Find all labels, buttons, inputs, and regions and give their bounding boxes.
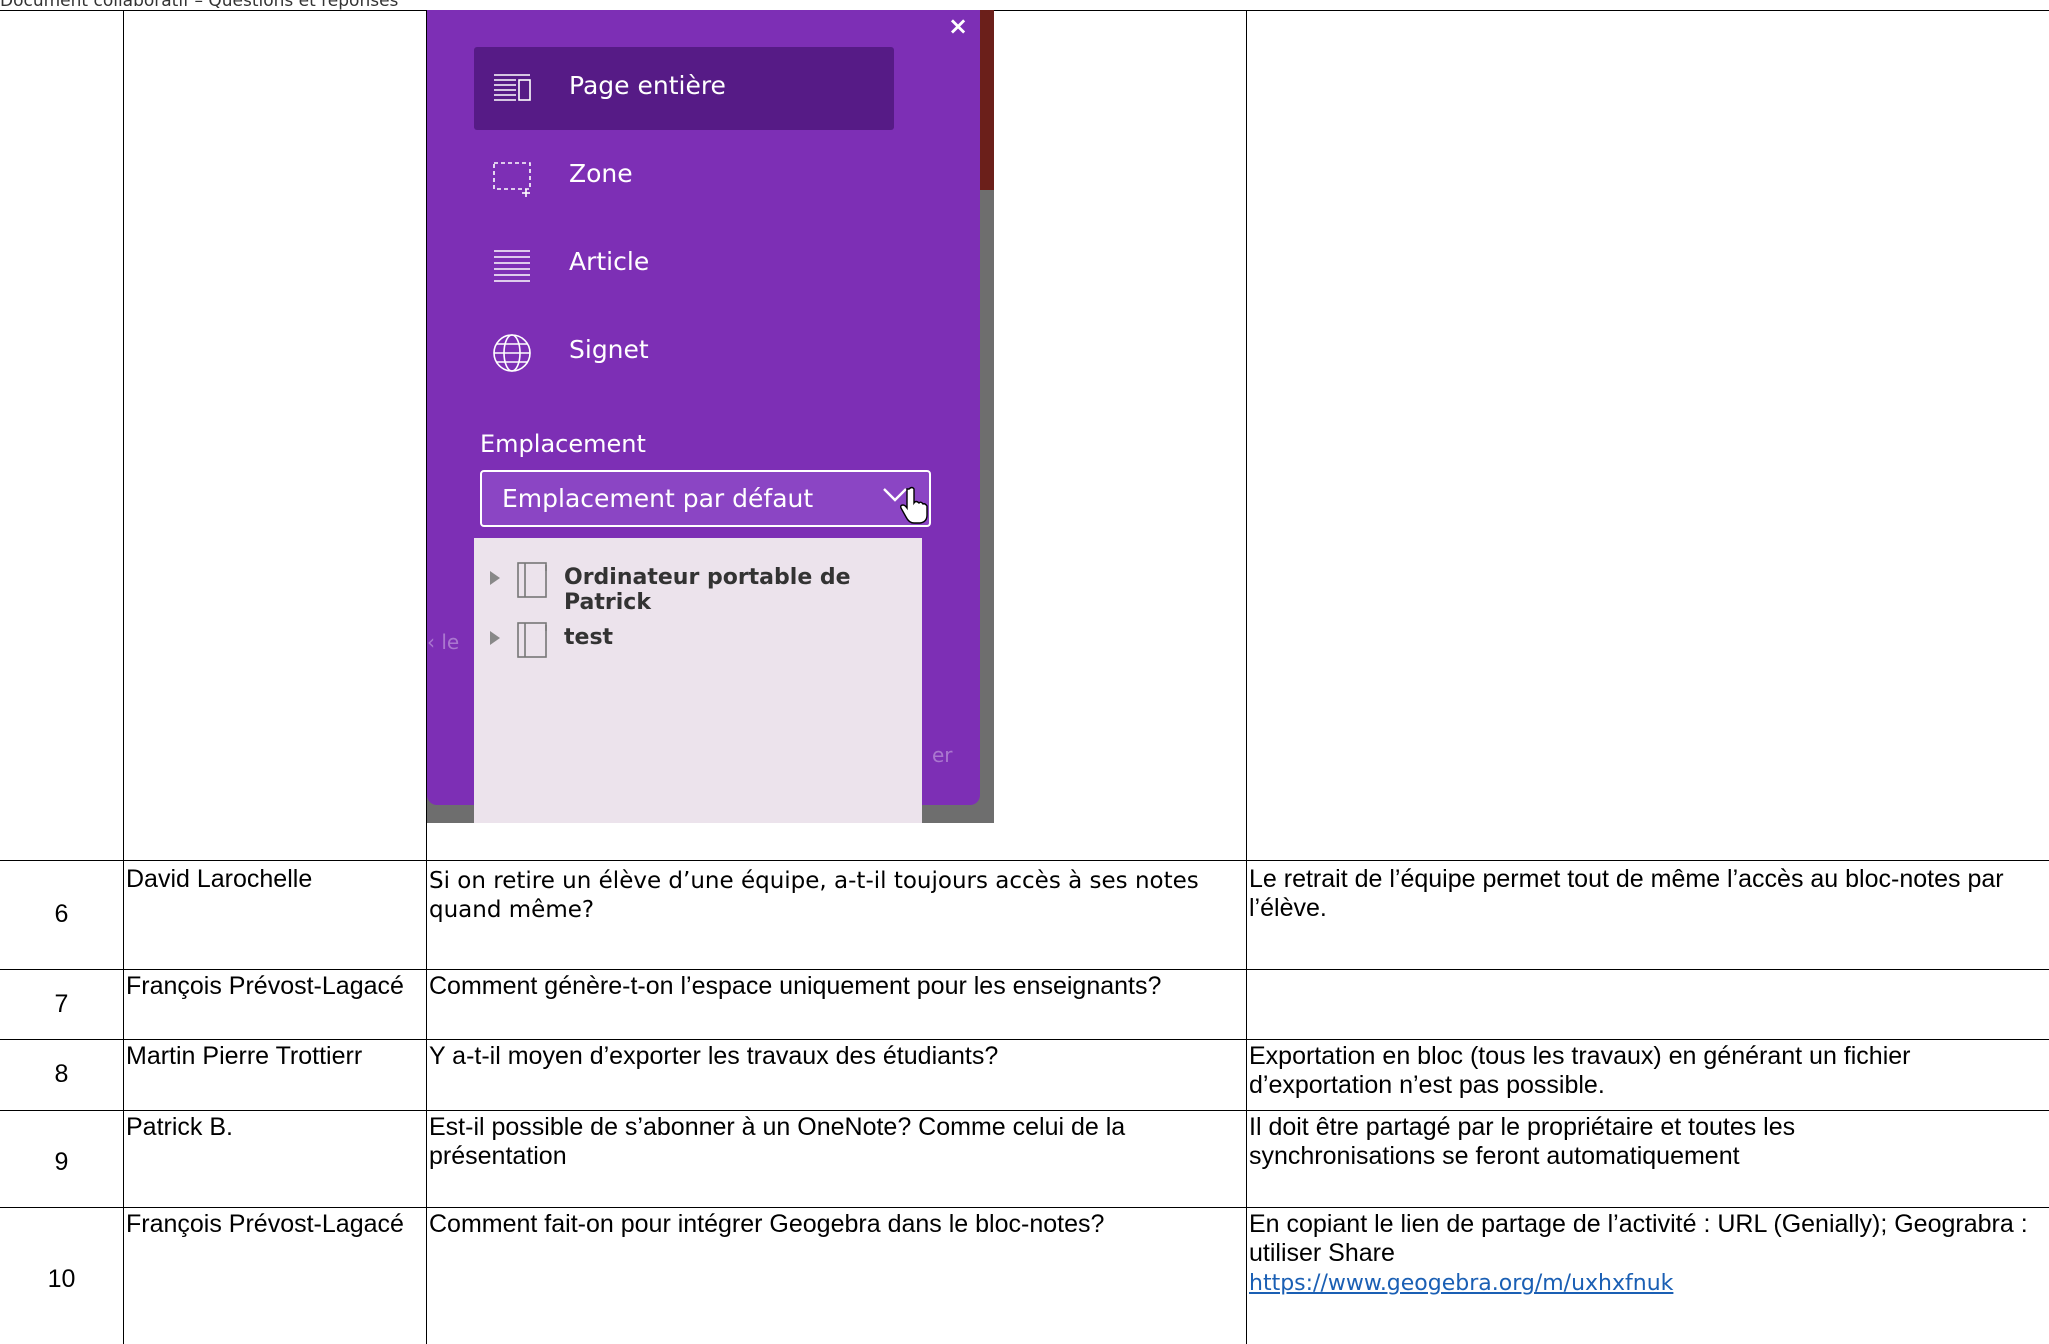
notebook-icon	[517, 562, 547, 598]
row-number: 7	[54, 990, 69, 1018]
row-number: 8	[54, 1060, 69, 1088]
row-divider	[0, 1207, 2049, 1208]
answer-text: En copiant le lien de partage de l’activ…	[1249, 1210, 2044, 1298]
location-select[interactable]: Emplacement par défaut	[480, 470, 931, 527]
notebook-item[interactable]: Ordinateur portable de Patrick	[474, 555, 922, 615]
onenote-clipper-screenshot: × Page entière Zone Article Signet Empla…	[427, 10, 994, 823]
row-number: 6	[54, 900, 69, 928]
row-divider	[0, 1039, 2049, 1040]
answer-body: En copiant le lien de partage de l’activ…	[1249, 1210, 2028, 1267]
location-value: Emplacement par défaut	[502, 484, 814, 513]
asker-name: François Prévost-Lagacé	[126, 1210, 404, 1238]
asker-name: Martin Pierre Trottierr	[126, 1042, 363, 1070]
location-title: Emplacement	[480, 430, 646, 458]
mode-article[interactable]: Article	[474, 223, 894, 306]
ghost-text: er	[932, 743, 953, 767]
mode-bookmark[interactable]: Signet	[474, 311, 894, 394]
asker-name: Patrick B.	[126, 1113, 233, 1141]
question-text: Est-il possible de s’abonner à un OneNot…	[429, 1113, 1126, 1170]
notebook-item[interactable]: test	[474, 615, 922, 665]
answer-text: Le retrait de l’équipe permet tout de mê…	[1249, 865, 2004, 922]
close-icon[interactable]: ×	[948, 12, 968, 40]
table-border-top	[0, 10, 2049, 11]
region-icon	[493, 162, 531, 197]
mode-full-page[interactable]: Page entière	[474, 47, 894, 130]
notebook-dropdown: Ordinateur portable de Patrick test	[474, 538, 922, 823]
answer-text: Il doit être partagé par le propriétaire…	[1249, 1113, 1796, 1170]
col-divider	[1246, 10, 1247, 1344]
row-number: 9	[54, 1148, 69, 1176]
notebook-label: test	[564, 625, 614, 650]
mode-region[interactable]: Zone	[474, 135, 894, 218]
mode-label: Page entière	[569, 71, 726, 100]
mode-label: Zone	[569, 159, 633, 188]
answer-text: Exportation en bloc (tous les travaux) e…	[1249, 1042, 1911, 1099]
question-text: Comment génère-t-on l’espace uniquement …	[429, 972, 1162, 1000]
row-divider	[0, 969, 2049, 970]
row-number: 10	[47, 1265, 76, 1293]
question-text: Comment fait-on pour intégrer Geogebra d…	[429, 1210, 1105, 1238]
mode-label: Signet	[569, 335, 649, 364]
row-divider	[0, 860, 2049, 861]
article-icon	[494, 250, 530, 282]
hand-cursor-icon	[900, 486, 928, 524]
col-divider	[123, 10, 124, 1344]
notebook-icon	[517, 622, 547, 658]
asker-name: David Larochelle	[126, 865, 313, 893]
expand-icon[interactable]	[490, 571, 500, 585]
geogebra-link[interactable]: https://www.geogebra.org/m/uxhxfnuk	[1249, 1271, 1673, 1296]
question-text: Si on retire un élève d’une équipe, a-t-…	[429, 868, 1199, 923]
notebook-label: Ordinateur portable de Patrick	[564, 565, 851, 615]
asker-name: François Prévost-Lagacé	[126, 972, 404, 1000]
mode-label: Article	[569, 247, 650, 276]
expand-icon[interactable]	[490, 631, 500, 645]
globe-icon	[493, 334, 531, 372]
row-divider	[0, 1110, 2049, 1111]
ghost-text: ‹ le	[427, 630, 460, 654]
question-text: Y a-t-il moyen d’exporter les travaux de…	[429, 1042, 999, 1070]
full-page-icon	[494, 74, 531, 101]
